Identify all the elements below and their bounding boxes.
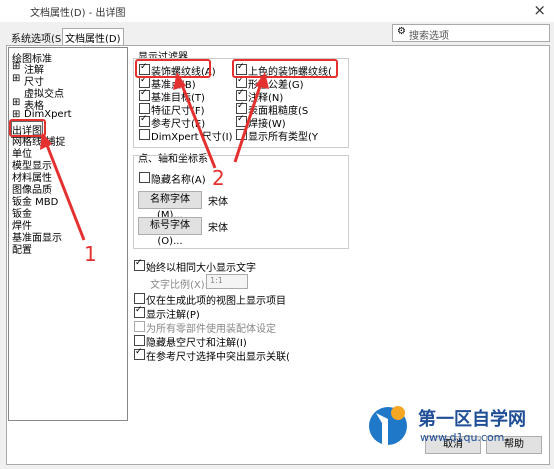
- annotation-number-1: 1: [84, 242, 97, 266]
- arrowhead-2b: [255, 72, 269, 89]
- arrow-1: [43, 139, 86, 241]
- arrow-2a: [178, 79, 217, 169]
- annotation-number-2: 2: [212, 166, 225, 190]
- annotation-arrows: [40, 72, 269, 241]
- d1qu-logo-icon: [369, 406, 407, 445]
- watermark-name: 第一区自学网: [418, 409, 526, 430]
- watermark-url: www.d1qu.com: [420, 431, 505, 444]
- watermark-logo: 第一区自学网 www.d1qu.com: [368, 401, 526, 454]
- arrow-2b: [233, 79, 264, 163]
- arrowhead-1: [40, 132, 52, 150]
